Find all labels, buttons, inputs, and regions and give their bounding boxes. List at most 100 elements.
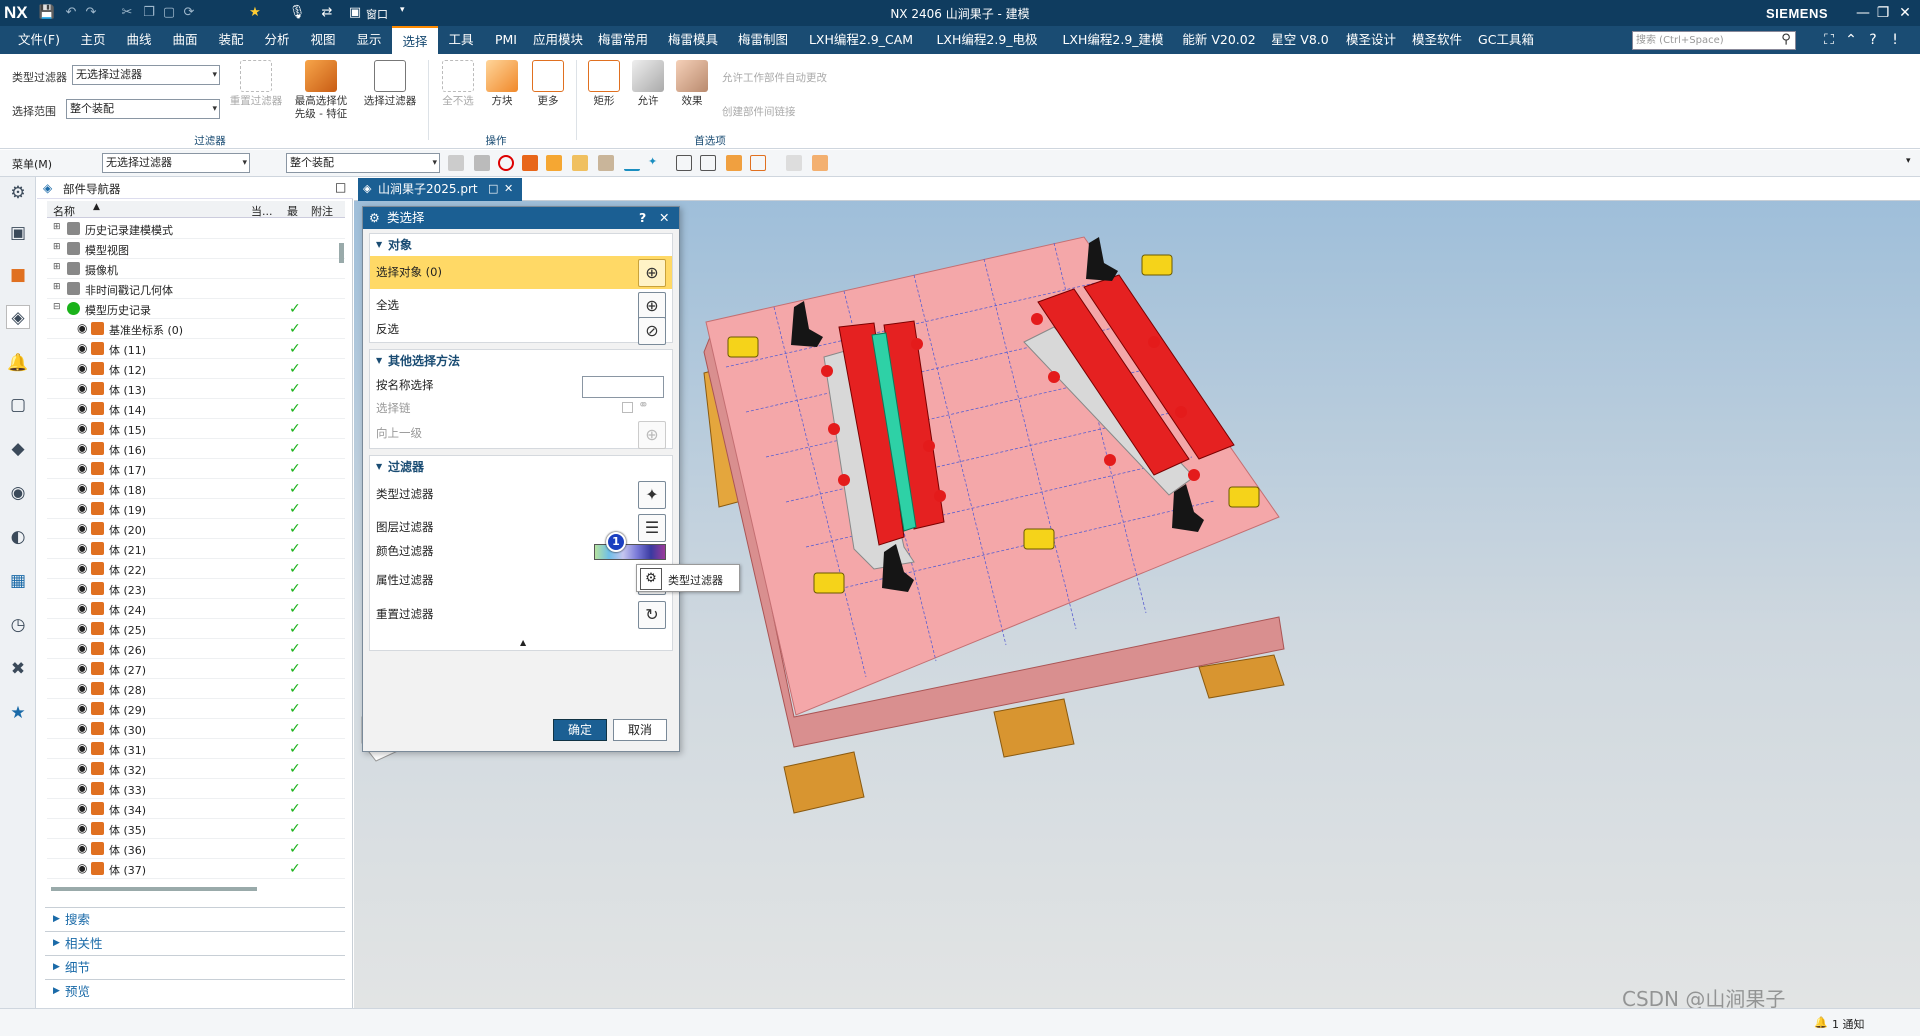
tree-row[interactable]: ⊟ 模型历史记录 ✓ [47, 299, 345, 319]
tree-row[interactable]: ◉ 体 (25) ✓ [47, 619, 345, 639]
tree-row[interactable]: ◉ 体 (37) ✓ [47, 859, 345, 879]
tree-row[interactable]: ◉ 体 (20) ✓ [47, 519, 345, 539]
expand-toggle-icon[interactable]: ⊞ [53, 222, 61, 232]
assembly-navigator-icon[interactable]: ▣ [6, 221, 30, 245]
menu-item[interactable]: 显示 [346, 26, 392, 54]
tree-row[interactable]: ◉ 体 (27) ✓ [47, 659, 345, 679]
clock-icon[interactable]: ◷ [6, 613, 30, 637]
eye-icon[interactable]: ◉ [77, 482, 90, 495]
eye-icon[interactable]: ◉ [77, 622, 90, 635]
notification-count[interactable]: 1 通知 [1832, 1016, 1865, 1032]
menu-item[interactable]: LXH编程2.9_电极 [924, 26, 1050, 54]
reset-filter-button[interactable]: 重置过滤器 [226, 60, 286, 108]
tools-icon[interactable]: ✖ [6, 657, 30, 681]
menu-item[interactable]: 视图 [300, 26, 346, 54]
eye-icon[interactable]: ◉ [77, 682, 90, 695]
tree-row[interactable]: ◉ 体 (28) ✓ [47, 679, 345, 699]
invert-row[interactable]: 反选 ⊘ [370, 314, 672, 345]
tree-row[interactable]: ⊞ 非时间戳记几何体 [47, 279, 345, 299]
select-object-row[interactable]: 选择对象 (0) ⊕ [370, 256, 672, 289]
filter-cursor-icon[interactable] [474, 155, 490, 171]
menu-item[interactable]: PMI [484, 26, 528, 54]
tree-row[interactable]: ◉ 体 (35) ✓ [47, 819, 345, 839]
eye-icon[interactable]: ◉ [77, 562, 90, 575]
tree-row[interactable]: ◉ 体 (22) ✓ [47, 559, 345, 579]
nav-section-details[interactable]: ▶ 细节 [45, 955, 345, 978]
view-cube-icon[interactable] [786, 155, 802, 171]
funnel-icon[interactable] [448, 155, 464, 171]
tree-row[interactable]: ◉ 体 (30) ✓ [47, 719, 345, 739]
eye-icon[interactable]: ◉ [77, 582, 90, 595]
highest-priority-button[interactable]: 最高选择优 先级 - 特征 [290, 60, 352, 121]
eye-icon[interactable]: ◉ [77, 762, 90, 775]
toolbar-overflow-icon[interactable]: ▾ [1906, 156, 1911, 166]
invert-select-icon[interactable]: ⊘ [638, 317, 666, 345]
type-filter-row[interactable]: 类型过滤器 ✦ [370, 478, 672, 511]
system-materials-icon[interactable]: ▦ [6, 569, 30, 593]
menu-item[interactable]: 梅雷制图 [728, 26, 798, 54]
eye-icon[interactable]: ◉ [77, 502, 90, 515]
reset-arrow-icon[interactable]: ↻ [638, 601, 666, 629]
up-level-icon[interactable]: ⊕ [638, 421, 666, 449]
eye-icon[interactable]: ◉ [77, 362, 90, 375]
snap-icon[interactable] [700, 155, 716, 171]
toolbar-filter-combo[interactable]: 无选择过滤器 ▾ [102, 153, 250, 173]
chain-checkbox[interactable] [622, 402, 633, 413]
eye-icon[interactable]: ◉ [77, 322, 90, 335]
eye-icon[interactable]: ◉ [77, 602, 90, 615]
component-icon[interactable] [598, 155, 614, 171]
tab-pin-icon[interactable]: □ [488, 178, 498, 200]
dialog-help-icon[interactable]: ? [639, 207, 646, 229]
scope-combo[interactable]: 整个装配 ▾ [66, 99, 220, 119]
tree-row[interactable]: ◉ 基准坐标系 (0) ✓ [47, 319, 345, 339]
tree-row[interactable]: ◉ 体 (16) ✓ [47, 439, 345, 459]
allow-auto-change-option[interactable]: 允许工作部件自动更改 [722, 70, 827, 85]
tree-row[interactable]: ◉ 体 (34) ✓ [47, 799, 345, 819]
eye-icon[interactable]: ◉ [77, 442, 90, 455]
tree-row[interactable]: ◉ 体 (14) ✓ [47, 399, 345, 419]
menu-item[interactable]: 主页 [70, 26, 116, 54]
eye-icon[interactable]: ◉ [77, 422, 90, 435]
select-none-button[interactable]: 全不选 [436, 60, 480, 108]
eye-icon[interactable]: ◉ [77, 642, 90, 655]
menu-item[interactable]: 梅雷常用 [588, 26, 658, 54]
feature-icon[interactable] [522, 155, 538, 171]
settings-icon[interactable]: ⚙ [6, 181, 30, 205]
tree-row[interactable]: ◉ 体 (31) ✓ [47, 739, 345, 759]
rectangle-button[interactable]: 矩形 [582, 60, 626, 108]
menu-item[interactable]: 文件(F) [8, 26, 70, 54]
restore-icon[interactable]: ❐ [1872, 3, 1894, 23]
tree-row[interactable]: ◉ 体 (29) ✓ [47, 699, 345, 719]
eye-icon[interactable]: ◉ [77, 862, 90, 875]
section-header[interactable]: ▼ 其他选择方法 [370, 350, 672, 372]
eye-icon[interactable]: ◉ [77, 662, 90, 675]
menu-item[interactable]: 工具 [438, 26, 484, 54]
tree-row[interactable]: ◉ 体 (18) ✓ [47, 479, 345, 499]
select-filter-button[interactable]: 选择过滤器 [360, 60, 420, 108]
eye-icon[interactable]: ◉ [77, 822, 90, 835]
menu-item[interactable]: 模圣软件 [1404, 26, 1470, 54]
type-filter-icon[interactable]: ✦ [638, 481, 666, 509]
type-filter-combo[interactable]: 无选择过滤器 ▾ [72, 65, 220, 85]
eye-icon[interactable]: ◉ [77, 522, 90, 535]
eye-icon[interactable]: ◉ [77, 802, 90, 815]
tree-h-scrollbar[interactable] [51, 887, 257, 891]
dialog-close-icon[interactable]: ✕ [659, 207, 669, 229]
tree-row[interactable]: ⊞ 摄像机 [47, 259, 345, 279]
tree-row[interactable]: ◉ 体 (12) ✓ [47, 359, 345, 379]
tree-row[interactable]: ◉ 体 (23) ✓ [47, 579, 345, 599]
nav-section-preview[interactable]: ▶ 预览 [45, 979, 345, 1002]
menu-item[interactable]: 能新 V20.02 [1176, 26, 1262, 54]
snap-end-icon[interactable] [726, 155, 742, 171]
view-orange-icon[interactable] [812, 155, 828, 171]
search-icon[interactable]: ⚲ [1778, 32, 1794, 48]
attribute-filter-row[interactable]: 属性过滤器☙ [370, 564, 672, 597]
eye-icon[interactable]: ◉ [77, 462, 90, 475]
column-notes[interactable]: 附注 [311, 203, 333, 219]
notification-icon[interactable]: 🔔 [6, 351, 30, 375]
history-icon[interactable]: ◐ [6, 525, 30, 549]
by-name-input[interactable] [582, 376, 664, 398]
info-icon[interactable]: ! [1884, 30, 1906, 50]
tree-row[interactable]: ◉ 体 (15) ✓ [47, 419, 345, 439]
part-navigator-icon[interactable]: ◈ [6, 305, 30, 329]
